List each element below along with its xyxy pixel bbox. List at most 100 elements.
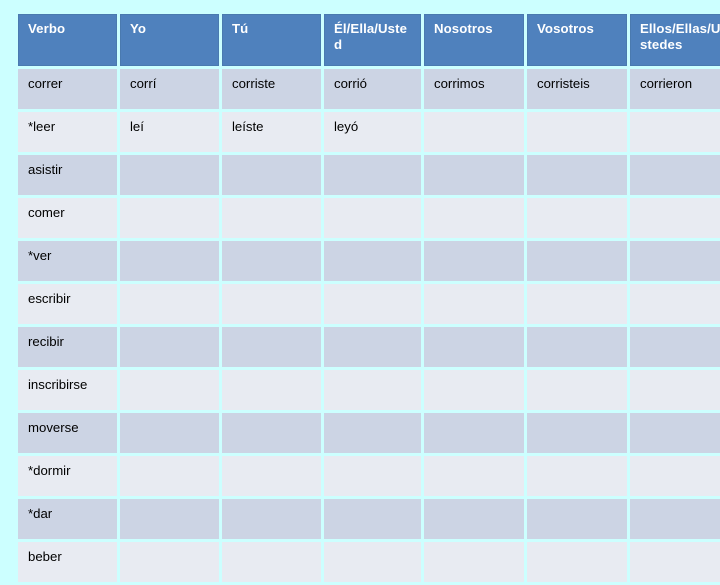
conjugation-cell [222, 413, 321, 453]
verb-cell: recibir [18, 327, 117, 367]
conjugation-cell [424, 155, 524, 195]
conjugation-cell [630, 370, 720, 410]
conjugation-cell [630, 327, 720, 367]
conjugation-cell [324, 155, 421, 195]
conjugation-cell [120, 456, 219, 496]
conjugation-cell [527, 241, 627, 281]
conjugation-cell [527, 542, 627, 582]
verb-cell: *leer [18, 112, 117, 152]
conjugation-cell [424, 112, 524, 152]
conjugation-cell [630, 456, 720, 496]
conjugation-cell [120, 327, 219, 367]
column-header-1: Yo [120, 14, 219, 66]
column-header-3: Él/Ella/Usted [324, 14, 421, 66]
conjugation-cell [630, 413, 720, 453]
conjugation-cell: corrieron [630, 69, 720, 109]
column-header-0: Verbo [18, 14, 117, 66]
conjugation-cell [120, 241, 219, 281]
table-row: *ver [18, 241, 720, 281]
conjugation-cell [324, 542, 421, 582]
conjugation-cell [527, 413, 627, 453]
verb-cell: asistir [18, 155, 117, 195]
conjugation-cell [120, 542, 219, 582]
conjugation-cell [630, 499, 720, 539]
verb-cell: *dormir [18, 456, 117, 496]
conjugation-cell [527, 327, 627, 367]
conjugation-cell [424, 198, 524, 238]
conjugation-cell: leyó [324, 112, 421, 152]
verb-cell: escribir [18, 284, 117, 324]
conjugation-cell [222, 456, 321, 496]
verb-cell: *ver [18, 241, 117, 281]
conjugation-cell [120, 284, 219, 324]
conjugation-cell [424, 284, 524, 324]
conjugation-cell [527, 155, 627, 195]
conjugation-cell [324, 413, 421, 453]
conjugation-cell [527, 499, 627, 539]
table-row: comer [18, 198, 720, 238]
conjugation-cell [222, 327, 321, 367]
conjugation-cell [324, 284, 421, 324]
table-row: beber [18, 542, 720, 582]
conjugation-cell [424, 499, 524, 539]
conjugation-cell [324, 499, 421, 539]
conjugation-cell [324, 327, 421, 367]
conjugation-cell [324, 456, 421, 496]
conjugation-cell [630, 198, 720, 238]
conjugation-cell: corrió [324, 69, 421, 109]
conjugation-cell [324, 241, 421, 281]
conjugation-cell [527, 284, 627, 324]
conjugation-cell [222, 198, 321, 238]
conjugation-cell [222, 370, 321, 410]
conjugation-cell [527, 456, 627, 496]
conjugation-cell [222, 499, 321, 539]
table-row: escribir [18, 284, 720, 324]
table-row: asistir [18, 155, 720, 195]
conjugation-cell [324, 198, 421, 238]
conjugation-cell [222, 241, 321, 281]
conjugation-cell [120, 370, 219, 410]
verb-cell: moverse [18, 413, 117, 453]
column-header-2: Tú [222, 14, 321, 66]
conjugation-cell: corriste [222, 69, 321, 109]
conjugation-cell: corristeis [527, 69, 627, 109]
conjugation-cell: corrí [120, 69, 219, 109]
table-body: correr corrí corriste corrió corrimos corrist… [18, 69, 720, 582]
conjugation-cell [120, 413, 219, 453]
conjugation-cell [630, 155, 720, 195]
conjugation-cell [527, 370, 627, 410]
conjugation-cell [120, 499, 219, 539]
conjugation-cell: leí [120, 112, 219, 152]
table-row: inscribirse [18, 370, 720, 410]
table-container: Verbo Yo Tú Él/Ella/Usted Nosotros Vosotros El… [18, 14, 720, 582]
conjugation-cell [424, 327, 524, 367]
column-header-6: Ellos/Ellas/Ustedes [630, 14, 720, 66]
slide-canvas: Verbo Yo Tú Él/Ella/Usted Nosotros Vosotros El… [0, 0, 720, 582]
conjugation-cell [222, 155, 321, 195]
conjugation-cell [424, 456, 524, 496]
table-row: *dar [18, 499, 720, 539]
conjugation-cell [222, 284, 321, 324]
conjugation-cell [527, 112, 627, 152]
spanish-preterite-conjugation-table: Verbo Yo Tú Él/Ella/Usted Nosotros Vosotros El… [15, 11, 720, 585]
table-row: moverse [18, 413, 720, 453]
conjugation-cell [424, 241, 524, 281]
table-row: *dormir [18, 456, 720, 496]
verb-cell: inscribirse [18, 370, 117, 410]
conjugation-cell [424, 413, 524, 453]
verb-cell: *dar [18, 499, 117, 539]
table-row: recibir [18, 327, 720, 367]
conjugation-cell [324, 370, 421, 410]
conjugation-cell [120, 198, 219, 238]
table-header: Verbo Yo Tú Él/Ella/Usted Nosotros Vosotros El… [18, 14, 720, 66]
verb-cell: comer [18, 198, 117, 238]
conjugation-cell [424, 370, 524, 410]
table-header-row: Verbo Yo Tú Él/Ella/Usted Nosotros Vosotros El… [18, 14, 720, 66]
verb-cell: beber [18, 542, 117, 582]
conjugation-cell [630, 542, 720, 582]
conjugation-cell: leíste [222, 112, 321, 152]
conjugation-cell: corrimos [424, 69, 524, 109]
conjugation-cell [424, 542, 524, 582]
table-row: *leer leí leíste leyó [18, 112, 720, 152]
verb-cell: correr [18, 69, 117, 109]
